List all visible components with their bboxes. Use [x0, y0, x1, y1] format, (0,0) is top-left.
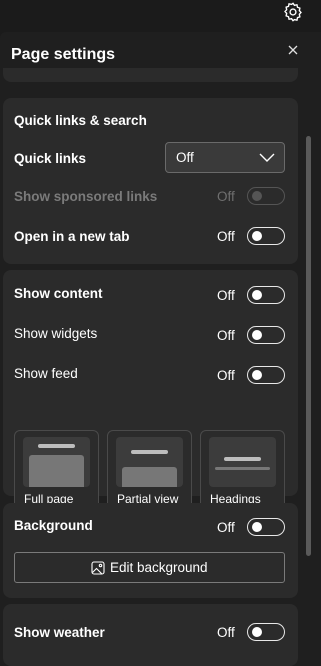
show-widgets-state: Off [217, 328, 235, 343]
thumbnail-heading-bar [215, 467, 270, 470]
toggle-knob [252, 231, 262, 241]
toggle-knob [252, 627, 262, 637]
toggle-knob [252, 290, 262, 300]
toggle-knob [252, 522, 262, 532]
sponsored-links-label: Show sponsored links [14, 189, 158, 204]
panel-title: Page settings [11, 46, 116, 63]
show-content-toggle[interactable] [247, 286, 285, 304]
show-weather-label: Show weather [14, 625, 105, 640]
layout-option-partial-view[interactable]: Partial view [107, 430, 192, 514]
weather-card: Show weather Off [3, 604, 298, 666]
toggle-knob [252, 191, 262, 201]
edit-background-label: Edit background [110, 560, 208, 575]
show-weather-toggle[interactable] [247, 623, 285, 641]
chevron-down-icon [259, 153, 275, 162]
quick-links-card: Quick links & search Quick links Off Sho… [3, 98, 298, 264]
show-feed-toggle[interactable] [247, 366, 285, 384]
settings-gear-icon[interactable] [282, 1, 304, 23]
show-content-label: Show content [14, 286, 103, 301]
background-label: Background [14, 518, 93, 533]
image-icon [91, 561, 105, 575]
new-tab-label: Open in a new tab [14, 229, 130, 244]
edit-background-button[interactable]: Edit background [14, 552, 285, 583]
toggle-knob [252, 330, 262, 340]
new-tab-toggle[interactable] [247, 227, 285, 245]
layout-option-headings[interactable]: Headings [200, 430, 285, 514]
show-content-state: Off [217, 288, 235, 303]
sponsored-links-state: Off [217, 189, 235, 204]
show-widgets-label: Show widgets [14, 326, 98, 341]
content-card: Show content Off Show widgets Off Show f… [3, 270, 298, 514]
new-tab-state: Off [217, 229, 235, 244]
layout-option-full-page[interactable]: Full page [14, 430, 99, 514]
scrollbar-thumb[interactable] [306, 136, 311, 556]
show-widgets-toggle[interactable] [247, 326, 285, 344]
close-icon[interactable] [286, 44, 300, 58]
background-card: Background Off Edit background [3, 503, 298, 598]
layout-thumbnail [209, 437, 276, 487]
thumbnail-content-block [29, 455, 84, 487]
thumbnail-content-block [122, 467, 177, 487]
quick-links-heading: Quick links & search [14, 113, 147, 128]
quick-links-select[interactable]: Off [165, 142, 285, 173]
thumbnail-heading-bar [38, 444, 75, 448]
quick-links-select-value: Off [176, 150, 194, 165]
show-weather-state: Off [217, 625, 235, 640]
thumbnail-heading-bar [224, 457, 261, 461]
sponsored-links-toggle[interactable] [247, 187, 285, 205]
page-settings-panel: Page settings Quick links & search Quick… [0, 32, 321, 666]
layout-thumbnail [116, 437, 183, 487]
previous-section-card [3, 68, 298, 82]
thumbnail-heading-bar [131, 450, 168, 454]
show-feed-label: Show feed [14, 366, 78, 381]
quick-links-label: Quick links [14, 151, 87, 166]
show-feed-state: Off [217, 368, 235, 383]
toggle-knob [252, 370, 262, 380]
background-toggle[interactable] [247, 518, 285, 536]
layout-thumbnail [23, 437, 90, 487]
background-state: Off [217, 520, 235, 535]
